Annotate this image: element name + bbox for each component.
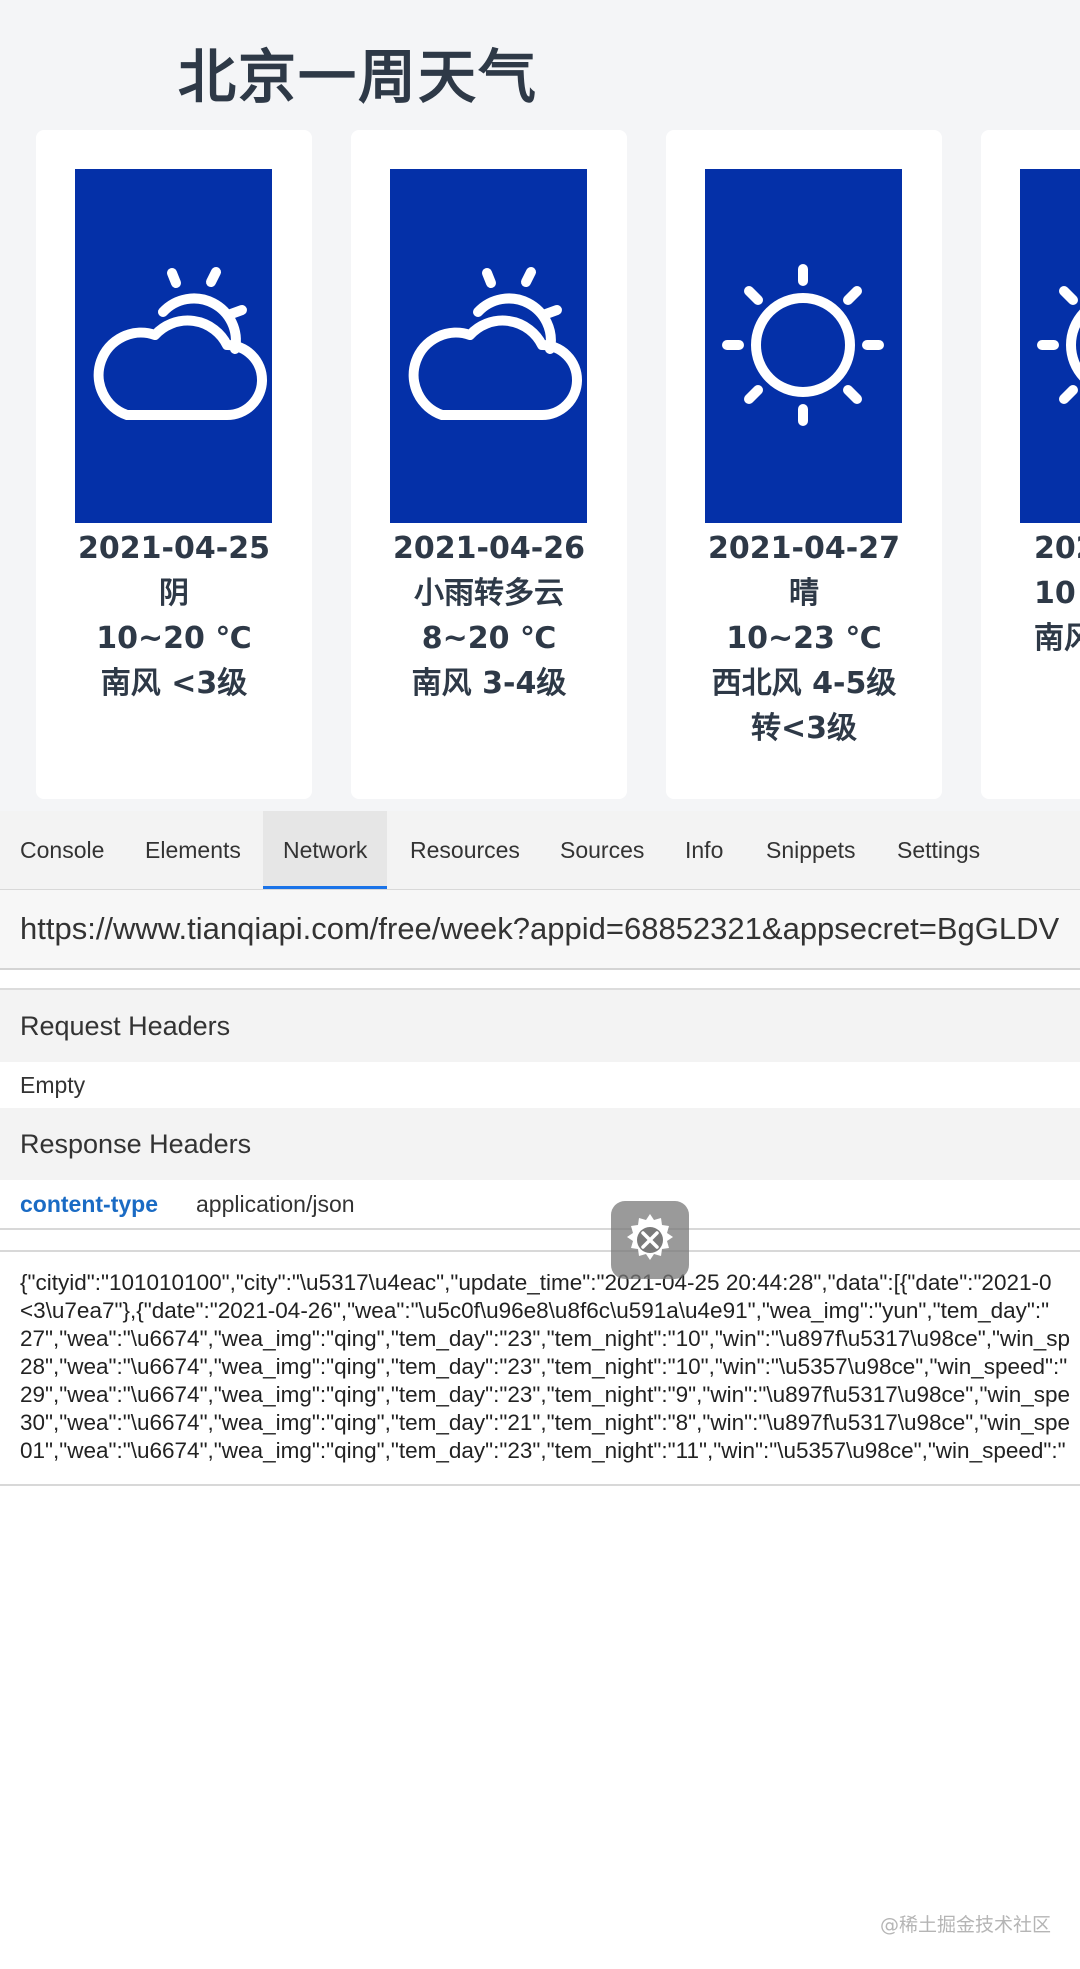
card-temp: 8~20 ℃ bbox=[421, 621, 557, 656]
weather-card-info: 2021-04-25 阴 10~20 ℃ 南风 <3级 bbox=[36, 526, 312, 706]
weather-card: 2021-04-26 小雨转多云 8~20 ℃ 南风 3-4级 bbox=[351, 130, 627, 799]
card-wind: 南风 3-4级 bbox=[411, 666, 567, 701]
response-header-key: content-type bbox=[20, 1191, 158, 1217]
response-headers-header[interactable]: Response Headers bbox=[0, 1108, 1080, 1180]
weather-card-info: 2021-04-27 晴 10~23 ℃ 西北风 4-5级 转<3级 bbox=[666, 526, 942, 751]
weather-card-info: 2021-04-26 小雨转多云 8~20 ℃ 南风 3-4级 bbox=[351, 526, 627, 706]
weather-card: 202 10 南风 bbox=[981, 130, 1080, 799]
card-wind: 南风 bbox=[1034, 621, 1080, 656]
card-wind-extra: 转<3级 bbox=[750, 711, 857, 746]
card-date: 2021-04-27 bbox=[708, 531, 900, 566]
page-title: 北京一周天气 bbox=[178, 43, 539, 111]
weather-card-info: 202 10 南风 bbox=[1034, 526, 1080, 661]
weather-cards: 2021-04-25 阴 10~20 ℃ 南风 <3级 2021-04-26 小… bbox=[0, 130, 1080, 800]
request-url-row[interactable]: https://www.tianqiapi.com/free/week?appi… bbox=[0, 890, 1080, 970]
weather-icon-box bbox=[75, 169, 272, 523]
response-body-line: 28","wea":"\u6674","wea_img":"qing","tem… bbox=[20, 1354, 1068, 1379]
tab-console[interactable]: Console bbox=[0, 811, 124, 889]
cloud-sun-icon bbox=[93, 267, 267, 420]
divider bbox=[0, 1228, 1080, 1230]
card-date: 2021-04-25 bbox=[78, 531, 270, 566]
divider bbox=[0, 970, 1080, 990]
app-root: 北京一周天气 2021-04-25 阴 10~20 ℃ 南风 <3级 2021-… bbox=[0, 0, 1080, 1969]
request-headers-value: Empty bbox=[20, 1072, 86, 1098]
weather-icon-box bbox=[705, 169, 902, 523]
tab-network[interactable]: Network bbox=[263, 811, 388, 889]
tab-elements[interactable]: Elements bbox=[125, 811, 261, 889]
request-headers-header[interactable]: Request Headers bbox=[0, 990, 1080, 1062]
response-body[interactable]: {"cityid":"101010100","city":"\u5317\u4e… bbox=[0, 1252, 1080, 1484]
divider bbox=[0, 1484, 1080, 1486]
response-body-line: {"cityid":"101010100","city":"\u5317\u4e… bbox=[20, 1270, 1052, 1295]
sun-icon bbox=[1037, 286, 1080, 404]
card-wind: 南风 <3级 bbox=[100, 666, 248, 701]
weather-page: 北京一周天气 2021-04-25 阴 10~20 ℃ 南风 <3级 2021-… bbox=[0, 0, 1080, 811]
request-headers-label: Request Headers bbox=[20, 1011, 231, 1041]
card-temp: 10~23 ℃ bbox=[726, 621, 882, 656]
tab-resources[interactable]: Resources bbox=[390, 811, 540, 889]
response-headers-label: Response Headers bbox=[20, 1129, 252, 1159]
response-body-line: <3\u7ea7"},{"date":"2021-04-26","wea":"\… bbox=[20, 1298, 1050, 1323]
weather-card: 2021-04-25 阴 10~20 ℃ 南风 <3级 bbox=[36, 130, 312, 799]
sun-icon bbox=[722, 264, 884, 426]
devtools-tabbar: Console Elements Network Resources Sourc… bbox=[0, 811, 1080, 890]
response-body-line: 01","wea":"\u6674","wea_img":"qing","tem… bbox=[20, 1438, 1066, 1463]
watermark: @稀土掘金技术社区 bbox=[880, 1914, 1052, 1936]
card-weather: 晴 bbox=[789, 576, 819, 611]
response-header-value: application/json bbox=[196, 1191, 355, 1217]
tab-settings[interactable]: Settings bbox=[877, 811, 1000, 889]
card-date: 202 bbox=[1034, 531, 1080, 566]
card-wind: 西北风 4-5级 bbox=[711, 666, 897, 701]
weather-icon-box bbox=[390, 169, 587, 523]
card-temp: 10 bbox=[1034, 576, 1076, 611]
request-headers-row: Empty bbox=[0, 1062, 1080, 1108]
card-date: 2021-04-26 bbox=[393, 531, 585, 566]
response-header-row: content-type application/json bbox=[0, 1181, 1080, 1227]
devtools-toggle-button[interactable] bbox=[611, 1201, 689, 1279]
weather-icon-box bbox=[1020, 169, 1080, 523]
tab-sources[interactable]: Sources bbox=[540, 811, 664, 889]
card-weather: 小雨转多云 bbox=[414, 576, 564, 611]
tab-info[interactable]: Info bbox=[665, 811, 743, 889]
tools-gear-icon bbox=[627, 1214, 673, 1260]
request-url: https://www.tianqiapi.com/free/week?appi… bbox=[20, 911, 1060, 946]
card-weather: 阴 bbox=[159, 576, 189, 611]
card-temp: 10~20 ℃ bbox=[96, 621, 252, 656]
tab-snippets[interactable]: Snippets bbox=[746, 811, 876, 889]
response-body-line: 30","wea":"\u6674","wea_img":"qing","tem… bbox=[20, 1410, 1071, 1435]
cloud-sun-icon bbox=[408, 267, 582, 420]
response-body-line: 27","wea":"\u6674","wea_img":"qing","tem… bbox=[20, 1326, 1071, 1351]
response-body-line: 29","wea":"\u6674","wea_img":"qing","tem… bbox=[20, 1382, 1071, 1407]
weather-card: 2021-04-27 晴 10~23 ℃ 西北风 4-5级 转<3级 bbox=[666, 130, 942, 799]
